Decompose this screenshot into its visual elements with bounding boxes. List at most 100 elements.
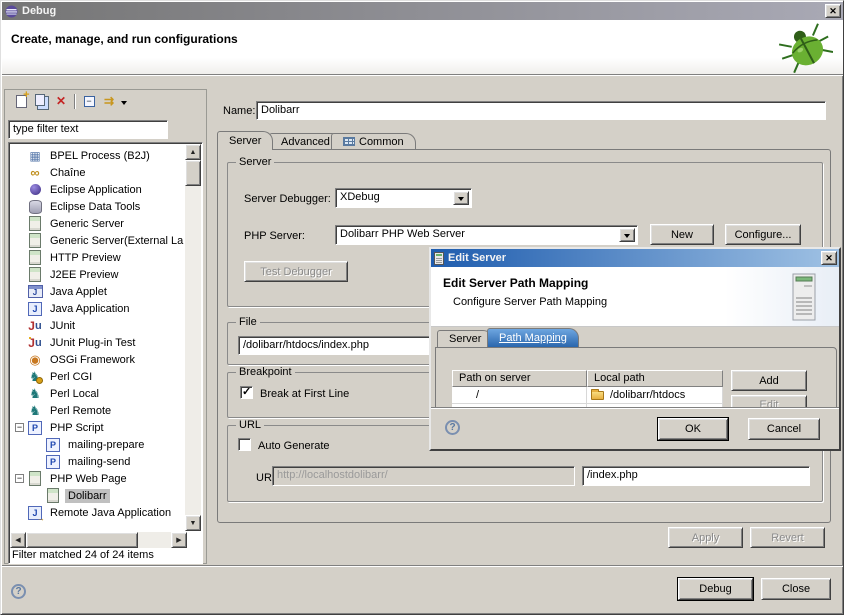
help-icon[interactable]: ?: [11, 584, 26, 599]
break-first-line-checkbox[interactable]: [240, 386, 253, 399]
base-url-input[interactable]: http://localhostdolibarr/: [272, 466, 575, 486]
folder-icon: [591, 391, 604, 400]
ok-button[interactable]: OK: [658, 418, 728, 440]
chevron-down-icon[interactable]: [453, 191, 469, 205]
collapse-all-button[interactable]: −: [79, 92, 99, 110]
tree-item[interactable]: J2EE Preview: [11, 266, 184, 283]
url-path-input[interactable]: /index.php: [582, 466, 810, 486]
duplicate-icon: [35, 94, 45, 106]
chevron-down-icon[interactable]: [619, 228, 635, 242]
tree-item[interactable]: Java Applet: [11, 283, 184, 300]
server-debugger-select[interactable]: XDebug: [335, 188, 472, 208]
tab-server[interactable]: Server: [217, 131, 273, 150]
column-header-path-on-server[interactable]: Path on server: [452, 370, 587, 387]
debug-button[interactable]: Debug: [678, 578, 753, 600]
database-icon: [27, 200, 43, 214]
close-icon[interactable]: ✕: [825, 4, 841, 18]
dialog-button-bar: ? OK Cancel: [431, 407, 839, 449]
tree-item[interactable]: JUnit: [11, 317, 184, 334]
tree-toolbar: ✕ − ⇉: [11, 92, 127, 110]
tree-item[interactable]: Eclipse Application: [11, 181, 184, 198]
scroll-down-icon[interactable]: ▼: [185, 515, 201, 531]
page-title: Create, manage, and run configurations: [2, 20, 843, 46]
cancel-button[interactable]: Cancel: [748, 418, 820, 440]
tree-item[interactable]: BPEL Process (B2J): [11, 147, 184, 164]
table-row[interactable]: / /dolibarr/htdocs: [452, 387, 723, 404]
vscroll-thumb[interactable]: [185, 160, 201, 186]
new-config-icon: [16, 95, 27, 108]
scroll-right-icon[interactable]: ▶: [171, 532, 187, 548]
close-button[interactable]: Close: [761, 578, 831, 600]
dialog-tab-server[interactable]: Server: [437, 330, 493, 347]
tree-item[interactable]: Eclipse Data Tools: [11, 198, 184, 215]
chain-icon: [27, 166, 43, 180]
tree-hscrollbar[interactable]: ◀ ▶: [10, 532, 187, 548]
column-header-local-path[interactable]: Local path: [587, 370, 723, 387]
banner-title: Edit Server Path Mapping: [431, 267, 839, 290]
apply-button[interactable]: Apply: [668, 527, 743, 548]
new-server-button[interactable]: New: [650, 224, 714, 245]
header-banner: Create, manage, and run configurations: [2, 20, 843, 74]
footer-divider: [2, 565, 843, 567]
server-tower-icon: [787, 273, 821, 323]
tree-item[interactable]: OSGi Framework: [11, 351, 184, 368]
tree-item[interactable]: Dolibarr: [11, 487, 184, 504]
close-icon[interactable]: ✕: [821, 251, 837, 265]
eclipse-icon: [5, 5, 18, 18]
configure-button[interactable]: Configure...: [725, 224, 801, 245]
new-configuration-button[interactable]: [11, 92, 31, 110]
revert-button[interactable]: Revert: [750, 527, 825, 548]
tree-item[interactable]: − PHP Script: [11, 419, 184, 436]
tree-item[interactable]: − PHP Web Page: [11, 470, 184, 487]
filter-menu-chevron-icon[interactable]: [121, 101, 127, 108]
expander-minus-icon[interactable]: −: [15, 474, 24, 483]
tree-item[interactable]: Chaîne: [11, 164, 184, 181]
path-on-server-cell[interactable]: /: [452, 387, 587, 404]
edit-server-banner: Edit Server Path Mapping Configure Serve…: [431, 267, 839, 327]
tree-item[interactable]: Remote Java Application: [11, 504, 184, 521]
debug-dialog-window: Debug ✕ Create, manage, and run configur…: [0, 0, 844, 615]
tree-item[interactable]: Perl CGI: [11, 368, 184, 385]
banner-subtitle: Configure Server Path Mapping: [431, 290, 839, 308]
test-debugger-button[interactable]: Test Debugger: [244, 261, 348, 282]
duplicate-configuration-button[interactable]: [31, 92, 51, 110]
delete-configuration-button[interactable]: ✕: [51, 92, 71, 110]
tree-item[interactable]: Generic Server: [11, 215, 184, 232]
table-icon: [343, 137, 355, 146]
path-mapping-table[interactable]: Path on server Local path / /dolibarr/ht…: [452, 370, 723, 409]
tab-common[interactable]: Common: [331, 133, 416, 150]
php-file-icon: [45, 438, 61, 452]
tree-item[interactable]: Generic Server(External La: [11, 232, 184, 249]
scroll-left-icon[interactable]: ◀: [10, 532, 26, 548]
config-tree: BPEL Process (B2J) Chaîne Eclipse Applic…: [11, 147, 184, 521]
config-tree-box: BPEL Process (B2J) Chaîne Eclipse Applic…: [8, 142, 203, 564]
auto-generate-checkbox[interactable]: [238, 438, 251, 451]
tree-vscrollbar[interactable]: ▲ ▼: [185, 144, 201, 531]
expander-minus-icon[interactable]: −: [15, 423, 24, 432]
tree-item[interactable]: Java Application: [11, 300, 184, 317]
url-group-legend: URL: [236, 419, 264, 431]
server-icon: [27, 268, 43, 282]
tree-item[interactable]: Perl Local: [11, 385, 184, 402]
filter-button[interactable]: ⇉: [99, 92, 119, 110]
scroll-up-icon[interactable]: ▲: [185, 144, 201, 160]
tree-item[interactable]: mailing-send: [11, 453, 184, 470]
tree-item[interactable]: Perl Remote: [11, 402, 184, 419]
server-group-legend: Server: [236, 156, 274, 168]
filter-input[interactable]: type filter text: [8, 120, 168, 139]
edit-server-titlebar[interactable]: Edit Server ✕: [431, 249, 839, 267]
server-icon: [27, 217, 43, 231]
help-icon[interactable]: ?: [445, 420, 460, 435]
tree-item[interactable]: mailing-prepare: [11, 436, 184, 453]
server-php-icon: [27, 472, 43, 486]
tree-item[interactable]: JUnit Plug-in Test: [11, 334, 184, 351]
dialog-tab-path-mapping[interactable]: Path Mapping: [487, 328, 579, 347]
hscroll-thumb[interactable]: [26, 532, 138, 548]
tree-item[interactable]: HTTP Preview: [11, 249, 184, 266]
name-input[interactable]: Dolibarr: [256, 101, 826, 120]
local-path-cell[interactable]: /dolibarr/htdocs: [587, 387, 723, 404]
add-mapping-button[interactable]: Add: [731, 370, 807, 391]
bpel-icon: [27, 149, 43, 163]
titlebar[interactable]: Debug ✕: [2, 2, 843, 20]
php-server-select[interactable]: Dolibarr PHP Web Server: [335, 225, 638, 245]
